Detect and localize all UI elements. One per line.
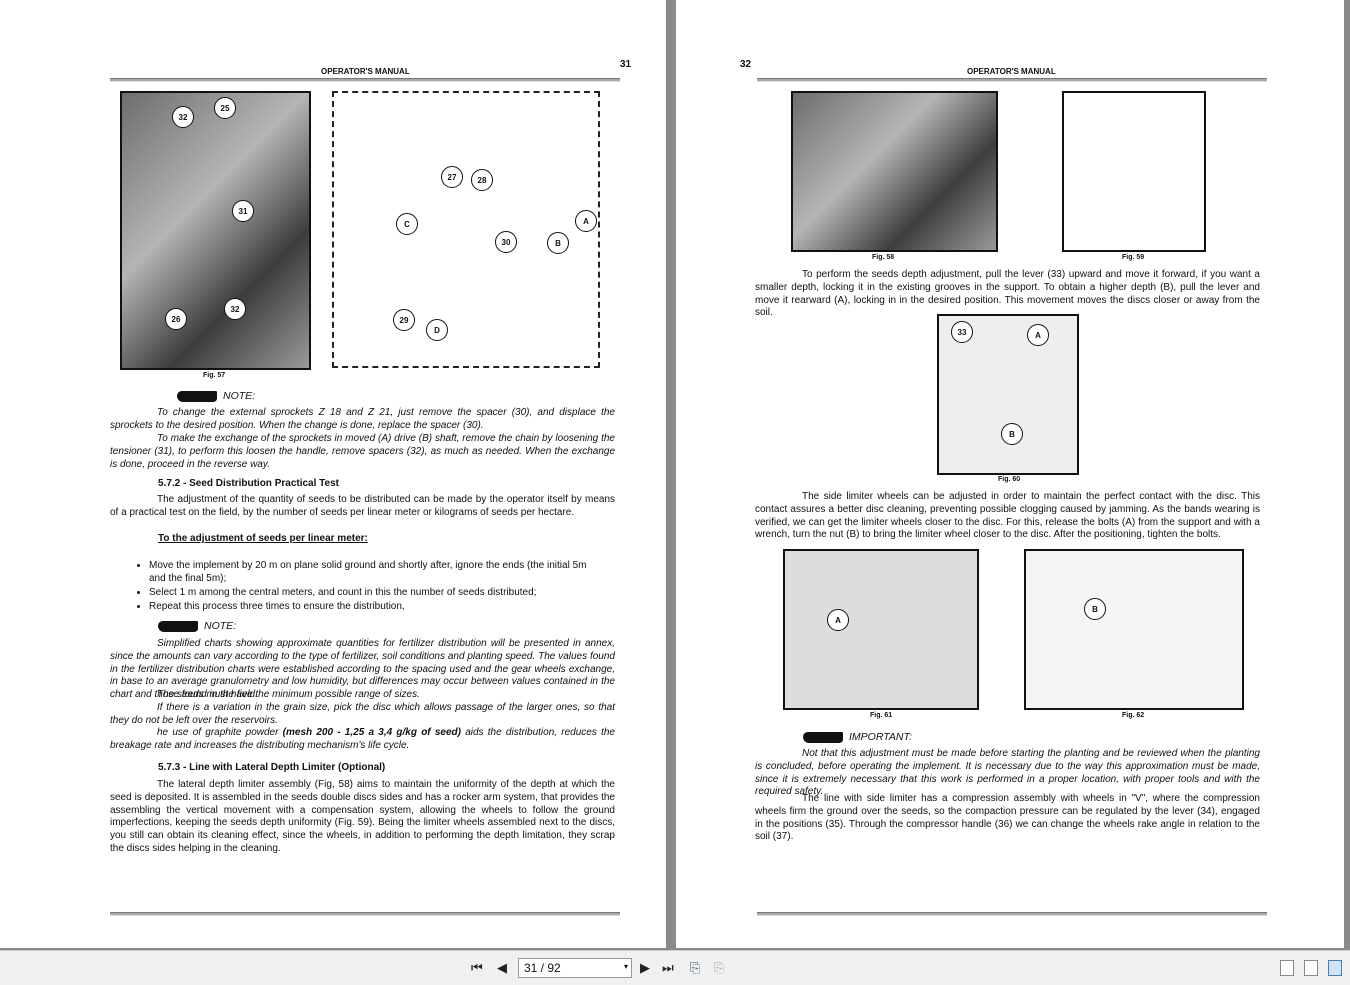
note-paragraph: To make the exchange of the sprockets in… <box>110 433 615 470</box>
extract-page-icon[interactable]: ⎘ <box>714 960 724 976</box>
two-page-view-icon[interactable] <box>1328 960 1342 976</box>
note-paragraph: he use of graphite powder (mesh 200 - 1,… <box>110 727 615 751</box>
page-31: OPERATOR'S MANUAL 31 32 25 31 26 32 27 2… <box>0 0 666 948</box>
section-heading: 5.7.3 - Line with Lateral Depth Limiter … <box>158 762 386 773</box>
figure-caption: Fig. 62 <box>1122 712 1145 719</box>
callout: 29 <box>393 309 415 331</box>
page-32: 32 OPERATOR'S MANUAL Fig. 58 Fig. 59 To … <box>676 0 1344 948</box>
fig-60-drawing: 33 A B <box>937 314 1079 475</box>
header-rule <box>110 78 620 82</box>
figure-caption: Fig. 60 <box>998 476 1021 483</box>
rotate-page-icon[interactable]: ⎘ <box>690 960 700 976</box>
fig-61-drawing: A <box>783 549 979 710</box>
figure-caption: Fig. 61 <box>870 712 893 719</box>
section-heading: 5.7.2 - Seed Distribution Practical Test <box>158 478 339 489</box>
note-text: NOTE: <box>204 620 237 632</box>
fig-57-photo: 32 25 31 26 32 <box>120 91 311 370</box>
header-rule <box>757 78 1267 82</box>
callout: 27 <box>441 166 463 188</box>
subheading: To the adjustment of seeds per linear me… <box>158 533 368 544</box>
body-paragraph: The side limiter wheels can be adjusted … <box>755 491 1260 541</box>
body-paragraph: The adjustment of the quantity of seeds … <box>110 494 615 518</box>
last-page-icon[interactable]: ⏭ <box>662 960 674 976</box>
callout: D <box>426 319 448 341</box>
callout: A <box>827 609 849 631</box>
single-page-view-icon[interactable] <box>1280 960 1294 976</box>
callout: A <box>1027 324 1049 346</box>
note-paragraph: To change the external sprockets Z 18 an… <box>110 407 615 431</box>
previous-page-icon[interactable]: ◀ <box>497 960 507 976</box>
next-page-icon[interactable]: ▶ <box>640 960 650 976</box>
important-text: IMPORTANT: <box>849 731 912 743</box>
page-number-field[interactable]: 31 / 92 ▾ <box>518 958 632 978</box>
callout: B <box>1084 598 1106 620</box>
note-label: NOTE: <box>158 620 236 632</box>
callout: 28 <box>471 169 493 191</box>
callout: 25 <box>214 97 236 119</box>
pdf-toolbar: ⏮ ◀ ▶ ⏭ ⎘ ⎘ <box>0 950 1350 985</box>
callout: 30 <box>495 231 517 253</box>
figure-caption: Fig. 59 <box>1122 254 1145 261</box>
continuous-view-icon[interactable] <box>1304 960 1318 976</box>
note-text: NOTE: <box>223 390 256 402</box>
first-page-icon[interactable]: ⏮ <box>471 960 483 976</box>
page-number: 32 <box>740 59 752 70</box>
note-label: NOTE: <box>177 390 255 402</box>
footer-rule <box>757 912 1267 916</box>
callout: C <box>396 213 418 235</box>
note-paragraph: If there is a variation in the grain siz… <box>110 702 615 726</box>
callout: 32 <box>224 298 246 320</box>
list-item: Select 1 m among the central meters, and… <box>149 586 603 599</box>
important-label: IMPORTANT: <box>803 731 912 743</box>
callout: A <box>575 210 597 232</box>
callout: 31 <box>232 200 254 222</box>
page-header: OPERATOR'S MANUAL <box>321 67 410 76</box>
callout: B <box>547 232 569 254</box>
note-paragraph: The seeds must have the minimum possible… <box>157 689 420 700</box>
important-paragraph: Not that this adjustment must be made be… <box>755 748 1260 798</box>
body-paragraph: To perform the seeds depth adjustment, p… <box>755 269 1260 319</box>
page-number: 31 <box>620 59 632 70</box>
footer-rule <box>110 912 620 916</box>
callout: 32 <box>172 106 194 128</box>
list-item: Move the implement by 20 m on plane soli… <box>149 559 603 585</box>
pointing-hand-icon <box>158 620 198 632</box>
callout: 33 <box>951 321 973 343</box>
list-item: Repeat this process three times to ensur… <box>149 600 603 613</box>
fig-58-photo <box>791 91 998 252</box>
fig-59-drawing <box>1062 91 1206 252</box>
fig-57-drawing: 27 28 C A 30 B 29 D <box>332 91 600 368</box>
pointing-hand-icon <box>177 390 217 402</box>
body-paragraph: The line with side limiter has a compres… <box>755 793 1260 843</box>
callout: 26 <box>165 308 187 330</box>
figure-caption: Fig. 58 <box>872 254 895 261</box>
chevron-down-icon[interactable]: ▾ <box>624 962 628 971</box>
fig-62-drawing: B <box>1024 549 1244 710</box>
pointing-hand-icon <box>803 731 843 743</box>
figure-caption: Fig. 57 <box>203 372 226 379</box>
body-paragraph: The lateral depth limiter assembly (Fig,… <box>110 779 615 854</box>
bullet-list: Move the implement by 20 m on plane soli… <box>133 559 603 614</box>
callout: B <box>1001 423 1023 445</box>
page-header: OPERATOR'S MANUAL <box>967 67 1056 76</box>
